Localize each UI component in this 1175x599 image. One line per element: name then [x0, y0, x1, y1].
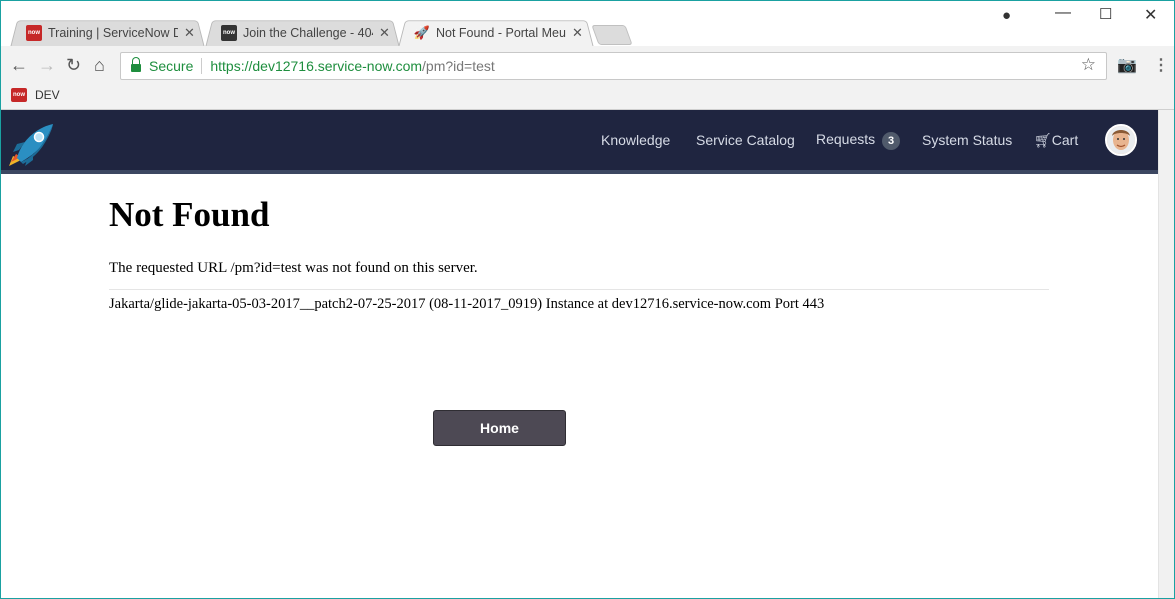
servicenow-favicon-icon: now — [11, 88, 27, 102]
tab-title: Join the Challenge - 404 — [243, 26, 373, 40]
bookmark-dev[interactable]: now DEV — [11, 88, 60, 102]
home-button[interactable]: Home — [433, 410, 566, 446]
error-message: The requested URL /pm?id=test was not fo… — [109, 260, 478, 276]
nav-system-status[interactable]: System Status — [922, 132, 1012, 148]
rocket-logo-icon[interactable] — [7, 122, 55, 168]
secure-label: Secure — [149, 58, 194, 74]
new-tab-button[interactable] — [591, 25, 633, 45]
page-title: Not Found — [109, 195, 270, 234]
tab-title: Not Found - Portal Meun — [436, 26, 566, 40]
close-tab-icon[interactable]: ✕ — [184, 25, 195, 41]
server-signature: Jakarta/glide-jakarta-05-03-2017__patch2… — [109, 296, 825, 312]
requests-count-badge: 3 — [882, 132, 901, 150]
menu-icon[interactable]: ⋮ — [1153, 55, 1169, 75]
url-host: https://dev12716.service-now.com — [210, 58, 423, 74]
reload-icon[interactable]: ↻ — [66, 55, 81, 76]
tab-not-found[interactable]: 🚀 Not Found - Portal Meun ✕ — [398, 18, 594, 48]
home-icon[interactable]: ⌂ — [94, 55, 105, 76]
page-scrollbar[interactable] — [1158, 110, 1175, 599]
tab-training[interactable]: now Training | ServiceNow De ✕ — [10, 18, 205, 48]
url-path: /pm?id=test — [422, 58, 495, 74]
tab-join-challenge[interactable]: now Join the Challenge - 404 ✕ — [205, 18, 400, 48]
cart-icon: 🛒︎ — [1034, 132, 1052, 148]
nav-requests[interactable]: Requests 3 — [816, 131, 901, 150]
servicenow-favicon-icon: now — [221, 25, 237, 41]
nav-cart[interactable]: 🛒︎Cart — [1034, 132, 1078, 149]
bookmark-label: DEV — [35, 88, 60, 102]
forward-icon[interactable]: → — [38, 55, 56, 76]
nav-cart-label: Cart — [1051, 132, 1079, 148]
nav-knowledge[interactable]: Knowledge — [601, 132, 670, 148]
address-bar[interactable]: Secure https://dev12716.service-now.com /… — [120, 52, 1107, 80]
rocket-icon: 🚀 — [413, 25, 431, 40]
camera-icon[interactable]: 📷 — [1117, 55, 1137, 75]
maximize-icon[interactable]: ☐ — [1099, 5, 1112, 23]
portal-header: Knowledge Service Catalog Requests 3 Sys… — [1, 110, 1158, 170]
tab-title: Training | ServiceNow De — [48, 26, 178, 40]
user-avatar[interactable] — [1105, 124, 1137, 156]
header-divider — [1, 170, 1158, 174]
minimize-icon[interactable]: — — [1055, 4, 1071, 22]
close-tab-icon[interactable]: ✕ — [572, 25, 583, 41]
close-tab-icon[interactable]: ✕ — [379, 25, 390, 41]
bookmarks-bar: now DEV — [0, 84, 1175, 110]
tab-strip: now Training | ServiceNow De ✕ now Join … — [0, 0, 1175, 48]
browser-toolbar: ← → ↻ ⌂ Secure https://dev12716.service-… — [0, 46, 1175, 84]
back-icon[interactable]: ← — [10, 55, 28, 76]
nav-requests-label: Requests — [816, 131, 876, 147]
profile-icon[interactable]: ● — [1002, 7, 1011, 24]
servicenow-favicon-icon: now — [26, 25, 42, 41]
divider — [109, 289, 1049, 290]
nav-service-catalog[interactable]: Service Catalog — [696, 132, 795, 148]
close-window-icon[interactable]: ✕ — [1144, 5, 1157, 25]
bookmark-star-icon[interactable]: ☆ — [1081, 55, 1096, 75]
error-content: Not Found The requested URL /pm?id=test … — [109, 195, 1049, 313]
lock-icon — [131, 57, 141, 72]
